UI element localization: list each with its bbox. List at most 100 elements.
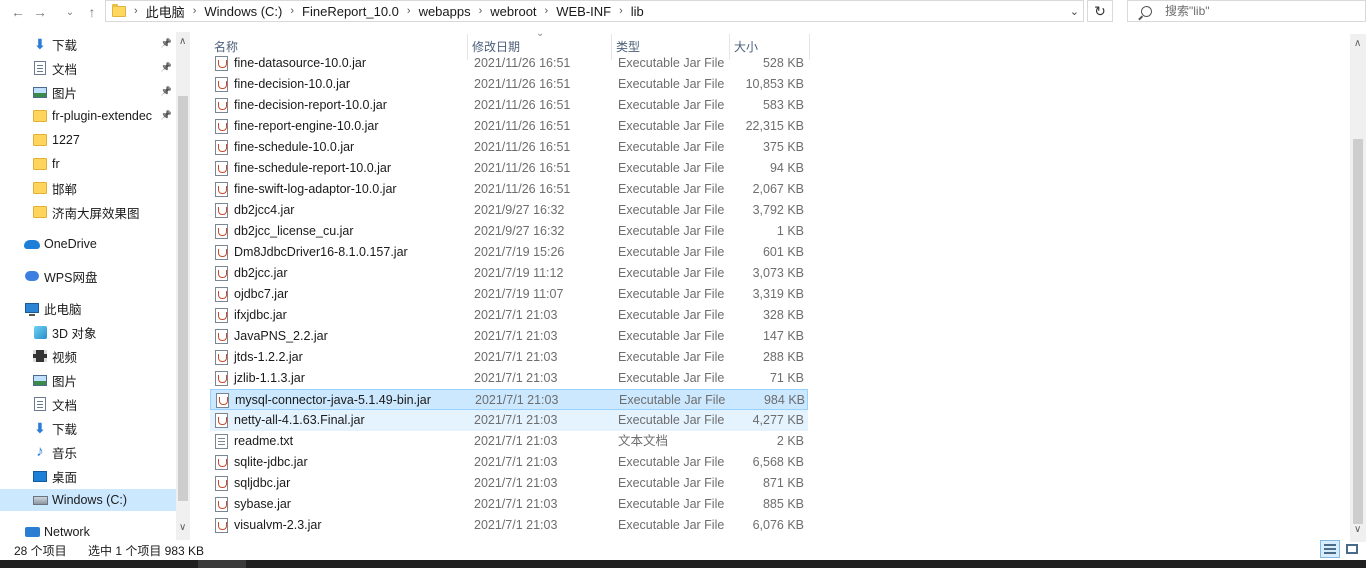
file-row[interactable]: netty-all-4.1.63.Final.jar 2021/7/1 21:03… <box>210 410 808 431</box>
search-input[interactable] <box>1165 4 1355 18</box>
file-name: fine-datasource-10.0.jar <box>234 56 367 70</box>
breadcrumb-item[interactable]: Windows (C:) <box>204 4 282 19</box>
file-row[interactable]: jzlib-1.1.3.jar 2021/7/1 21:03 Executable … <box>210 368 808 389</box>
file-row[interactable]: fine-datasource-10.0.jar 2021/11/26 16:51… <box>210 56 808 74</box>
folder-icon-glyph <box>33 206 47 218</box>
file-row[interactable]: ojdbc7.jar 2021/7/19 11:07 Executable Jar … <box>210 284 808 305</box>
video-icon <box>32 348 48 364</box>
nav-item[interactable]: ⬇ 下载 📌 <box>0 33 176 55</box>
details-view-button[interactable] <box>1320 540 1340 558</box>
file-row[interactable]: visualvm-2.3.jar 2021/7/1 21:03 Executable… <box>210 515 808 536</box>
file-size: 328 KB <box>762 308 804 322</box>
file-row[interactable]: fine-decision-report-10.0.jar 2021/11/26 … <box>210 95 808 116</box>
chevron-right-icon[interactable]: › <box>193 5 197 17</box>
breadcrumb-item[interactable]: WEB-INF <box>556 4 611 19</box>
search-box[interactable] <box>1127 0 1366 22</box>
chevron-right-icon[interactable]: › <box>619 5 623 17</box>
file-row[interactable]: jtds-1.2.2.jar 2021/7/1 21:03 Executable J… <box>210 347 808 368</box>
nav-item[interactable]: ⬇ 下载 <box>0 417 176 439</box>
file-row[interactable]: ifxjdbc.jar 2021/7/1 21:03 Executable Jar … <box>210 305 808 326</box>
nav-item[interactable]: 桌面 <box>0 465 176 487</box>
file-row[interactable]: sqlite-jdbc.jar 2021/7/1 21:03 Executable … <box>210 452 808 473</box>
forward-arrow-icon[interactable]: → <box>30 2 50 22</box>
nav-item[interactable]: OneDrive <box>0 233 176 255</box>
nav-item[interactable]: ♪ 音乐 <box>0 441 176 463</box>
file-row[interactable]: fine-schedule-report-10.0.jar 2021/11/26 … <box>210 158 808 179</box>
chevron-right-icon[interactable]: › <box>545 5 549 17</box>
chevron-right-icon[interactable]: › <box>134 5 138 17</box>
music-icon-glyph: ♪ <box>36 443 44 460</box>
file-row[interactable]: db2jcc_license_cu.jar 2021/9/27 16:32 Exec… <box>210 221 808 242</box>
file-row[interactable]: sybase.jar 2021/7/1 21:03 Executable Jar F… <box>210 494 808 515</box>
chevron-down-icon[interactable]: ⌄ <box>1070 5 1079 18</box>
large-icons-view-button[interactable] <box>1342 540 1362 558</box>
document-icon <box>32 60 48 76</box>
nav-item[interactable]: 文档 <box>0 393 176 415</box>
breadcrumb-item[interactable]: FineReport_10.0 <box>302 4 399 19</box>
breadcrumb-item[interactable]: webroot <box>490 4 536 19</box>
nav-item[interactable]: 1227 <box>0 129 176 151</box>
file-name: fine-report-engine-10.0.jar <box>234 119 379 133</box>
file-list-scrollbar[interactable]: ∧ ∨ <box>1350 34 1366 542</box>
breadcrumb-item[interactable]: lib <box>631 4 644 19</box>
file-row[interactable]: fine-report-engine-10.0.jar 2021/11/26 16… <box>210 116 808 137</box>
scroll-down-icon[interactable]: ∨ <box>179 522 186 533</box>
nav-item[interactable]: Network <box>0 521 176 542</box>
refresh-button[interactable]: ↻ <box>1087 0 1113 22</box>
nav-item[interactable]: 图片 📌 <box>0 81 176 103</box>
file-row[interactable]: fine-decision-10.0.jar 2021/11/26 16:51 Ex… <box>210 74 808 95</box>
breadcrumb-item[interactable]: 此电脑 <box>146 2 185 21</box>
taskbar-active-app[interactable] <box>198 560 246 568</box>
file-row[interactable]: sqljdbc.jar 2021/7/1 21:03 Executable Jar … <box>210 473 808 494</box>
this-pc-icon <box>24 300 40 316</box>
back-arrow-icon[interactable]: ← <box>8 2 28 22</box>
nav-item[interactable]: 图片 <box>0 369 176 391</box>
breadcrumb-item[interactable]: webapps <box>419 4 471 19</box>
file-row[interactable]: db2jcc4.jar 2021/9/27 16:32 Executable Jar… <box>210 200 808 221</box>
address-box[interactable]: › 此电脑 › Windows (C:) › FineReport_10.0 ›… <box>105 0 1084 22</box>
file-type: Executable Jar File <box>618 77 725 91</box>
download-icon-glyph: ⬇ <box>34 36 46 52</box>
file-row[interactable]: db2jcc.jar 2021/7/19 11:12 Executable Jar … <box>210 263 808 284</box>
recent-dropdown-icon[interactable]: ⌄ <box>60 2 80 22</box>
scrollbar-thumb[interactable] <box>1353 139 1363 524</box>
scrollbar-thumb[interactable] <box>178 96 188 501</box>
file-type: Executable Jar File <box>618 350 725 364</box>
nav-item[interactable]: WPS网盘 <box>0 265 176 287</box>
jar-file-icon <box>215 308 228 323</box>
chevron-right-icon[interactable]: › <box>479 5 483 17</box>
folder-icon <box>112 3 126 17</box>
nav-item[interactable]: fr-plugin-extendec 📌 <box>0 105 176 127</box>
scroll-down-icon[interactable]: ∨ <box>1354 524 1361 535</box>
nav-item[interactable]: 济南大屏效果图 <box>0 201 176 223</box>
up-arrow-icon[interactable]: ↑ <box>82 2 102 22</box>
file-date: 2021/11/26 16:51 <box>474 98 571 112</box>
file-size: 10,853 KB <box>745 77 804 91</box>
chevron-right-icon[interactable]: › <box>290 5 294 17</box>
scroll-up-icon[interactable]: ∧ <box>1354 38 1361 49</box>
nav-item[interactable]: 3D 对象 <box>0 321 176 343</box>
nav-item-label: 此电脑 <box>44 302 82 317</box>
nav-item-label: 济南大屏效果图 <box>52 206 140 221</box>
nav-item[interactable]: fr <box>0 153 176 175</box>
file-row[interactable]: fine-schedule-10.0.jar 2021/11/26 16:51 Ex… <box>210 137 808 158</box>
file-row[interactable]: JavaPNS_2.2.jar 2021/7/1 21:03 Executable … <box>210 326 808 347</box>
file-row[interactable]: fine-swift-log-adaptor-10.0.jar 2021/11/2… <box>210 179 808 200</box>
scroll-up-icon[interactable]: ∧ <box>179 36 186 47</box>
file-size: 4,277 KB <box>752 413 804 427</box>
nav-item[interactable]: Windows (C:) <box>0 489 176 511</box>
navigation-scrollbar[interactable]: ∧ ∨ <box>176 32 190 540</box>
refresh-icon: ↻ <box>1094 2 1106 19</box>
file-date: 2021/9/27 16:32 <box>474 224 565 238</box>
nav-item[interactable]: 邯郸 <box>0 177 176 199</box>
nav-item[interactable]: 此电脑 <box>0 297 176 319</box>
file-date: 2021/7/1 21:03 <box>474 434 558 448</box>
navigation-pane: ⬇ 下载 📌 文档 📌 图片 📌 fr-plugin-extendec 📌 1227 fr 邯郸济南大… <box>0 32 176 542</box>
wps-cloud-icon-glyph <box>25 271 39 281</box>
file-row[interactable]: readme.txt 2021/7/1 21:03 文本文档 2 KB <box>210 431 808 452</box>
file-row[interactable]: mysql-connector-java-5.1.49-bin.jar 2021/… <box>210 389 808 410</box>
file-row[interactable]: Dm8JdbcDriver16-8.1.0.157.jar 2021/7/19 1… <box>210 242 808 263</box>
chevron-right-icon[interactable]: › <box>407 5 411 17</box>
nav-item[interactable]: 视频 <box>0 345 176 367</box>
nav-item[interactable]: 文档 📌 <box>0 57 176 79</box>
